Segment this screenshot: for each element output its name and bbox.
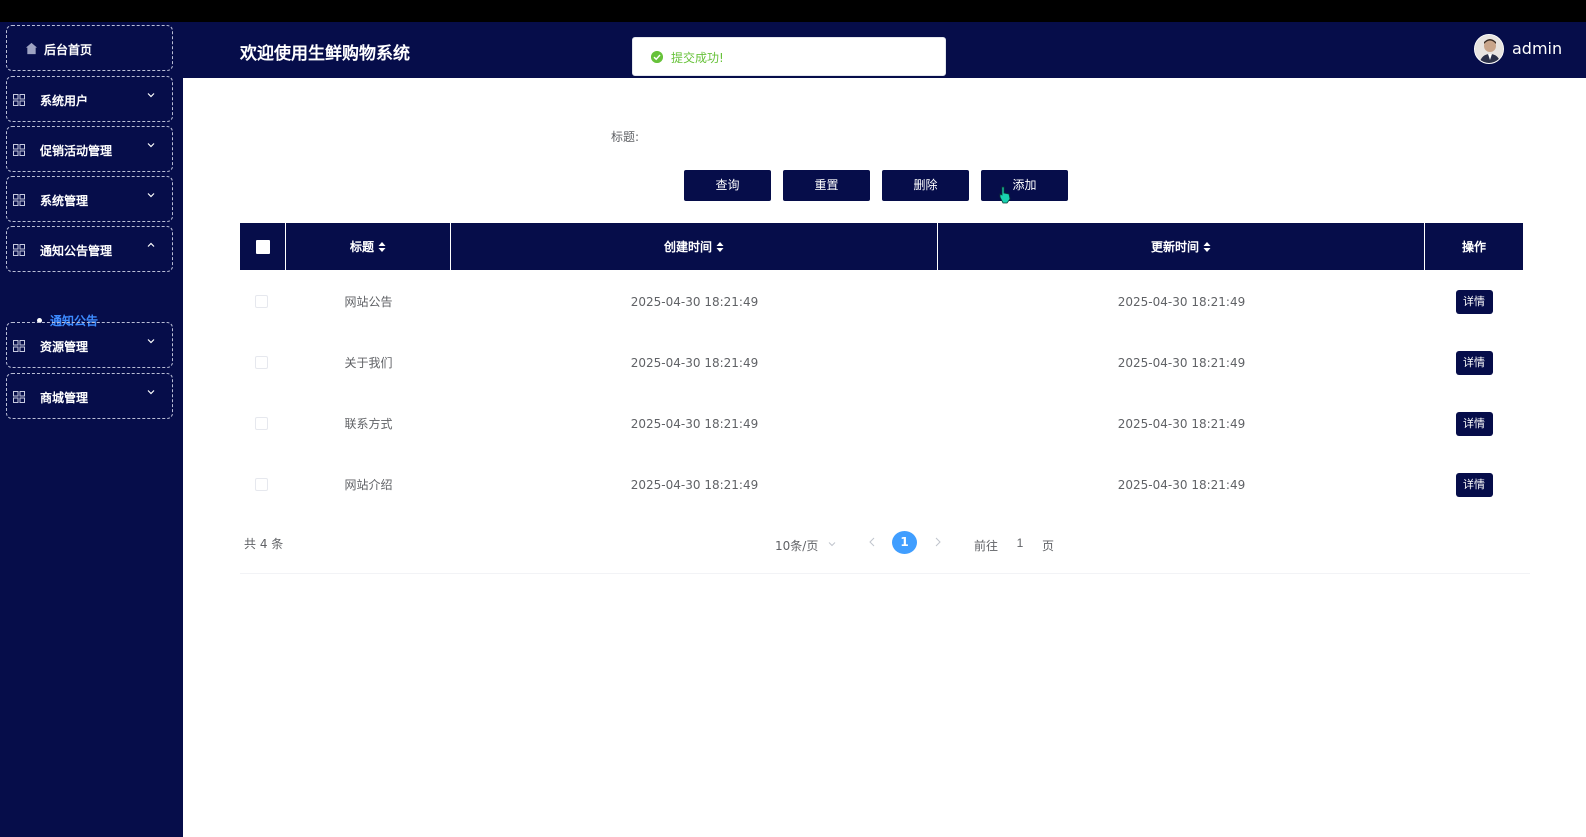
table-row: 网站介绍 2025-04-30 18:21:49 2025-04-30 18:2… bbox=[240, 454, 1523, 515]
title-search-input[interactable] bbox=[648, 120, 908, 150]
column-header-title[interactable]: 标题 bbox=[286, 223, 451, 270]
cell-created: 2025-04-30 18:21:49 bbox=[630, 294, 759, 309]
cell-updated: 2025-04-30 18:21:49 bbox=[1117, 294, 1246, 309]
detail-button[interactable]: 详情 bbox=[1455, 289, 1493, 314]
cell-created: 2025-04-30 18:21:49 bbox=[630, 355, 759, 370]
cell-updated: 2025-04-30 18:21:49 bbox=[1117, 416, 1246, 431]
user-avatar-icon bbox=[1475, 35, 1503, 63]
delete-button[interactable]: 删除 bbox=[882, 170, 969, 201]
sidebar-item-resources[interactable]: 资源管理 bbox=[6, 322, 173, 368]
pointer-cursor-icon bbox=[999, 186, 1011, 204]
cell-title: 网站公告 bbox=[344, 295, 393, 309]
check-circle-icon bbox=[651, 51, 663, 63]
prev-page-icon[interactable] bbox=[868, 537, 876, 547]
grid-icon bbox=[13, 94, 25, 106]
sort-icon bbox=[716, 241, 724, 252]
column-header-updated[interactable]: 更新时间 bbox=[938, 223, 1425, 270]
cell-title: 联系方式 bbox=[344, 417, 393, 431]
reset-button[interactable]: 重置 bbox=[783, 170, 870, 201]
cell-updated: 2025-04-30 18:21:49 bbox=[1117, 355, 1246, 370]
top-strip bbox=[0, 0, 1586, 22]
cell-actions: 详情 bbox=[1425, 271, 1523, 332]
chevron-down-icon bbox=[147, 390, 155, 395]
row-checkbox[interactable] bbox=[254, 478, 268, 491]
next-page-icon[interactable] bbox=[934, 537, 942, 547]
page-title: 欢迎使用生鲜购物系统 bbox=[240, 44, 410, 64]
avatar[interactable] bbox=[1474, 34, 1504, 64]
table-row: 联系方式 2025-04-30 18:21:49 2025-04-30 18:2… bbox=[240, 393, 1523, 454]
cell-title: 网站介绍 bbox=[344, 478, 393, 492]
sidebar-item-label: 资源管理 bbox=[40, 340, 89, 354]
chevron-down-icon bbox=[147, 143, 155, 148]
grid-icon bbox=[13, 244, 25, 256]
detail-button[interactable]: 详情 bbox=[1455, 350, 1493, 375]
page-unit-label: 页 bbox=[1042, 539, 1055, 553]
sidebar-item-label: 系统用户 bbox=[40, 94, 89, 108]
row-checkbox[interactable] bbox=[254, 417, 268, 430]
detail-button[interactable]: 详情 bbox=[1455, 472, 1493, 497]
cell-actions: 详情 bbox=[1425, 393, 1523, 454]
column-header-actions: 操作 bbox=[1425, 223, 1523, 270]
sidebar-item-system-users[interactable]: 系统用户 bbox=[6, 76, 173, 122]
sidebar: 后台首页 系统用户 促销活动管理 系统管理 通知公告管理 通知公告 资源管理 商… bbox=[0, 22, 183, 837]
sidebar-item-label: 后台首页 bbox=[44, 43, 93, 57]
grid-icon bbox=[13, 194, 25, 206]
chevron-down-icon[interactable] bbox=[828, 540, 836, 548]
page-size-select[interactable]: 10条/页 bbox=[775, 537, 818, 554]
goto-page-input[interactable] bbox=[1006, 531, 1034, 555]
sidebar-item-promotions[interactable]: 促销活动管理 bbox=[6, 126, 173, 172]
cell-created: 2025-04-30 18:21:49 bbox=[630, 416, 759, 431]
sidebar-item-label: 商城管理 bbox=[40, 391, 89, 405]
select-all-checkbox[interactable] bbox=[255, 239, 270, 254]
cell-title: 关于我们 bbox=[344, 356, 393, 370]
column-created-label: 创建时间 bbox=[663, 240, 712, 254]
column-updated-label: 更新时间 bbox=[1150, 240, 1199, 254]
success-toast: 提交成功! bbox=[632, 37, 946, 76]
row-select-cell bbox=[240, 271, 282, 332]
goto-label: 前往 bbox=[974, 539, 999, 553]
add-button[interactable]: 添加 bbox=[981, 170, 1068, 201]
grid-icon bbox=[13, 391, 25, 403]
sort-icon bbox=[378, 241, 386, 252]
select-all-cell bbox=[240, 223, 286, 270]
username[interactable]: admin bbox=[1512, 39, 1562, 58]
pager-total: 共 4 条 bbox=[244, 537, 284, 551]
sidebar-item-label: 促销活动管理 bbox=[40, 144, 113, 158]
sidebar-item-label: 系统管理 bbox=[40, 194, 89, 208]
toast-message: 提交成功! bbox=[671, 51, 724, 65]
cell-actions: 详情 bbox=[1425, 454, 1523, 515]
sidebar-item-notice-management[interactable]: 通知公告管理 bbox=[6, 226, 173, 272]
sidebar-item-mall[interactable]: 商城管理 bbox=[6, 373, 173, 419]
table-row: 关于我们 2025-04-30 18:21:49 2025-04-30 18:2… bbox=[240, 332, 1523, 393]
home-icon bbox=[25, 42, 38, 55]
cell-actions: 详情 bbox=[1425, 332, 1523, 393]
column-title-label: 标题 bbox=[349, 240, 374, 254]
table-header: 标题 创建时间 更新时间 操作 bbox=[240, 223, 1523, 270]
row-select-cell bbox=[240, 393, 282, 454]
grid-icon bbox=[13, 144, 25, 156]
column-header-created[interactable]: 创建时间 bbox=[451, 223, 938, 270]
divider bbox=[240, 573, 1530, 574]
sort-icon bbox=[1203, 241, 1211, 252]
sidebar-item-label: 通知公告管理 bbox=[40, 244, 113, 258]
chevron-up-icon bbox=[147, 242, 155, 247]
chevron-down-icon bbox=[147, 193, 155, 198]
query-button[interactable]: 查询 bbox=[684, 170, 771, 201]
detail-button[interactable]: 详情 bbox=[1455, 411, 1493, 436]
table-row: 网站公告 2025-04-30 18:21:49 2025-04-30 18:2… bbox=[240, 271, 1523, 332]
grid-icon bbox=[13, 340, 25, 352]
row-select-cell bbox=[240, 332, 282, 393]
row-checkbox[interactable] bbox=[254, 295, 268, 308]
sidebar-item-system-management[interactable]: 系统管理 bbox=[6, 176, 173, 222]
cell-updated: 2025-04-30 18:21:49 bbox=[1117, 477, 1246, 492]
title-search-label: 标题: bbox=[611, 130, 640, 144]
chevron-down-icon bbox=[147, 339, 155, 344]
chevron-down-icon bbox=[147, 93, 155, 98]
cell-created: 2025-04-30 18:21:49 bbox=[630, 477, 759, 492]
column-actions-label: 操作 bbox=[1461, 240, 1486, 254]
row-select-cell bbox=[240, 454, 282, 515]
page-number-current[interactable]: 1 bbox=[892, 531, 917, 554]
sidebar-item-home[interactable]: 后台首页 bbox=[6, 25, 173, 71]
row-checkbox[interactable] bbox=[254, 356, 268, 369]
